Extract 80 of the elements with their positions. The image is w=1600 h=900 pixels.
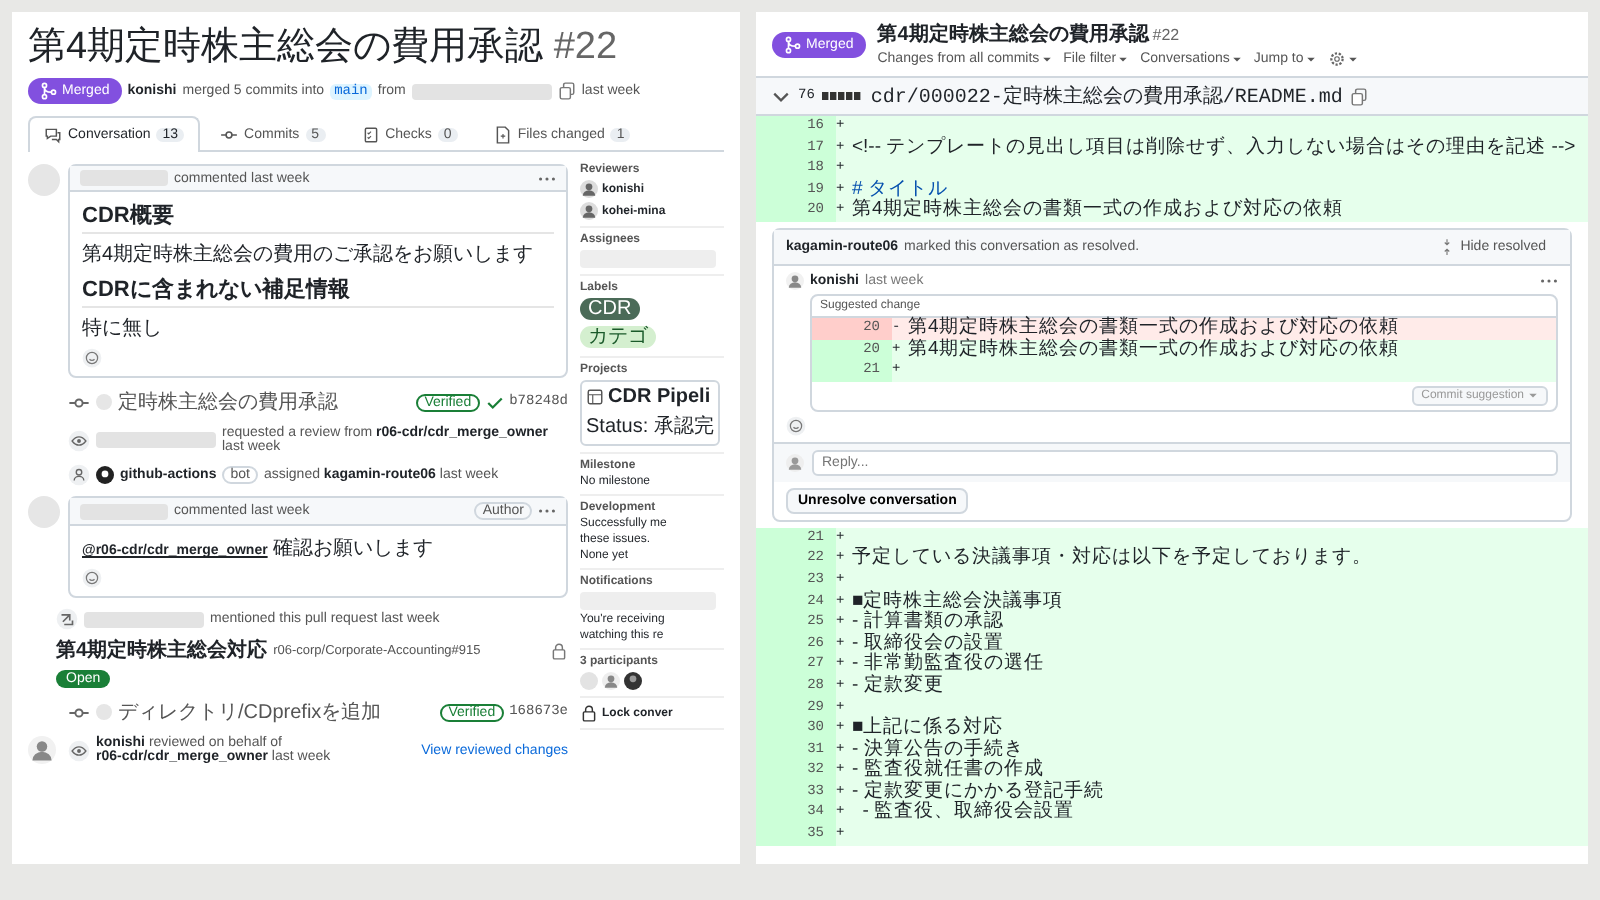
more-options-icon[interactable] xyxy=(1540,277,1558,284)
pr-title: 第4期定時株主総会の費用承認 xyxy=(877,24,1149,46)
pr-title: 第4期定時株主総会の費用承認 xyxy=(28,26,544,68)
caret-icon xyxy=(1231,54,1242,64)
avatar-placeholder xyxy=(96,394,112,410)
comment-heading: CDR概要 xyxy=(82,200,554,234)
code-text: - 監査役、取締役会設置 xyxy=(860,802,1075,825)
emoji-reaction-icon[interactable] xyxy=(786,415,806,436)
pr-number: #22 xyxy=(1152,26,1180,44)
code-text: 第4期定時株主総会の書類一式の作成および対応の依頼 xyxy=(908,339,1399,361)
lock-icon xyxy=(550,641,568,659)
avatar-placeholder xyxy=(96,704,112,720)
eye-icon xyxy=(68,429,90,451)
more-options-icon[interactable] xyxy=(538,175,556,181)
code-text: - 非常勤監査役の選任 xyxy=(852,654,1044,675)
diffstat-bars-icon xyxy=(822,92,863,100)
user-avatar-icon xyxy=(786,453,804,472)
code-text: ■上記に係る対応 xyxy=(852,718,1004,739)
pr-number: #22 xyxy=(553,26,618,68)
code-text: 予定している決議事項・対応は以下を予定しております。 xyxy=(852,548,1372,570)
settings-icon xyxy=(1327,50,1346,68)
avatar-placeholder xyxy=(28,496,60,528)
label-tag[interactable]: CDR xyxy=(580,298,640,320)
code-text: - 定款変更 xyxy=(852,675,944,697)
code-text: <!-- テンプレートの見出し項目は削除せず、入力しない場合はその理由を記述 --> xyxy=(852,137,1576,159)
caret-icon xyxy=(1528,390,1538,401)
merge-icon xyxy=(784,35,802,53)
reference-title[interactable]: 第4期定時株主総会対応 xyxy=(56,636,268,664)
cross-reference-icon xyxy=(56,608,78,630)
settings-button[interactable] xyxy=(1327,50,1358,68)
checklist-icon xyxy=(361,126,380,144)
comment-text: 特に無し xyxy=(82,315,162,342)
project-status: Status: 承認完 xyxy=(586,413,714,440)
copy-icon[interactable] xyxy=(557,82,576,100)
table-icon xyxy=(586,388,604,406)
project-name[interactable]: CDR Pipeli xyxy=(608,386,711,408)
code-text: - 定款変更にかかる登記手続 xyxy=(852,781,1104,802)
emoji-reaction-icon[interactable] xyxy=(82,568,102,588)
user-avatar-icon xyxy=(28,736,56,764)
user-avatar-icon xyxy=(624,672,642,690)
comment-text: 第4期定時株主総会の費用のご承認をお願いします xyxy=(82,241,534,268)
avatar-placeholder xyxy=(580,672,598,690)
caret-icon xyxy=(1041,54,1052,64)
caret-icon xyxy=(1347,54,1358,64)
label-tag[interactable]: カテゴ xyxy=(580,326,656,348)
user-avatar-icon xyxy=(602,672,620,690)
code-text: - 監査役就任書の作成 xyxy=(852,760,1044,781)
file-icon xyxy=(493,126,512,144)
commit-icon xyxy=(220,126,239,144)
caret-icon xyxy=(1118,54,1129,64)
comment-heading: CDRに含まれない補足情報 xyxy=(82,274,554,308)
bot-avatar-icon xyxy=(96,466,114,484)
more-options-icon[interactable] xyxy=(538,508,556,514)
merge-icon xyxy=(40,82,58,100)
lock-icon xyxy=(580,704,598,722)
check-icon xyxy=(485,393,504,411)
code-text: 第4期定時株主総会の書類一式の作成および対応の依頼 xyxy=(852,200,1343,222)
code-text: - 計算書類の承認 xyxy=(852,612,1004,633)
user-avatar-icon xyxy=(580,180,598,198)
user-avatar-icon xyxy=(580,202,598,220)
caret-icon xyxy=(1305,54,1316,64)
commit-message[interactable]: ディレクトリ/CDprefixを追加 xyxy=(118,698,382,726)
commit-message[interactable]: 定時株主総会の費用承認 xyxy=(118,388,338,416)
file-path: cdr/000022-定時株主総会の費用承認/README.md xyxy=(870,83,1343,110)
redacted-name-block xyxy=(96,432,216,448)
chevron-icon[interactable] xyxy=(772,87,790,105)
person-icon xyxy=(68,464,90,486)
eye-icon xyxy=(68,739,90,761)
redacted-branch-block xyxy=(411,83,552,99)
code-text: 第4期定時株主総会の書類一式の作成および対応の依頼 xyxy=(908,317,1399,338)
code-text: - 取締役会の設置 xyxy=(852,633,1004,654)
conversation-icon xyxy=(44,126,62,144)
user-avatar-icon xyxy=(786,271,804,290)
copy-icon[interactable] xyxy=(1350,87,1369,105)
avatar-placeholder xyxy=(28,164,60,196)
redacted-name-block xyxy=(84,611,204,627)
emoji-reaction-icon[interactable] xyxy=(82,348,102,368)
code-text: ■定時株主総会決議事項 xyxy=(852,591,1064,612)
code-text: - 決算公告の手続き xyxy=(852,739,1024,760)
code-text: # タイトル xyxy=(852,179,948,200)
